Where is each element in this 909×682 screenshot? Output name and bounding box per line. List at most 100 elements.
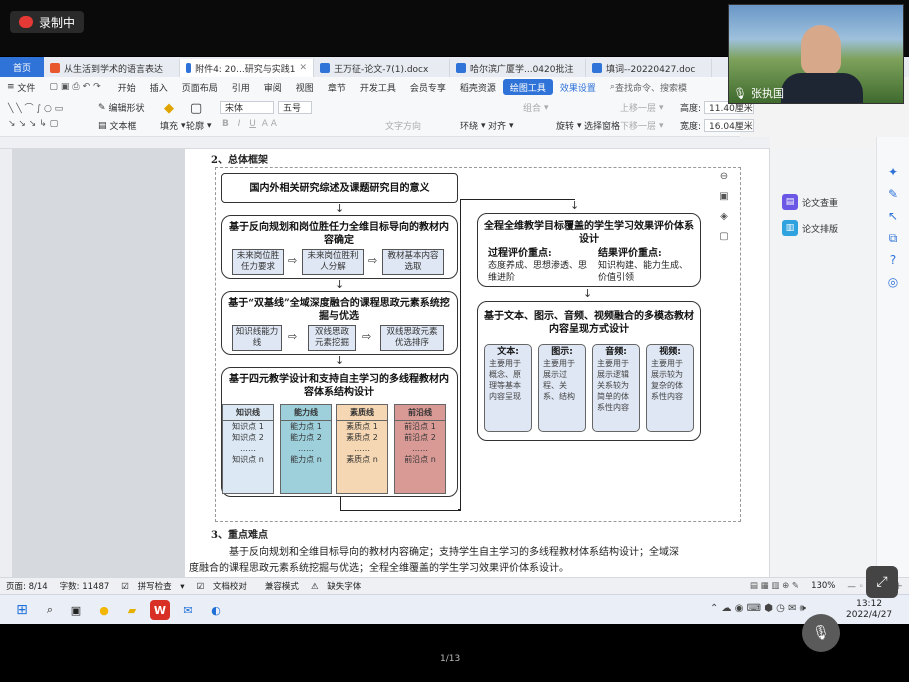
text-box-button[interactable]: ▤ 文本框 (98, 119, 137, 133)
column-knowledge: 知识线 知识点 1 知识点 2 …… 知识点 n (222, 404, 274, 494)
text-box-icon: ▤ (98, 120, 107, 131)
recording-indicator[interactable]: 录制中 (10, 11, 85, 33)
meeting-icon[interactable]: ◐ (206, 600, 226, 620)
browser-icon[interactable]: ● (94, 600, 114, 620)
tab-home[interactable]: 首页 (0, 57, 44, 77)
wps-app-icon[interactable]: W (150, 600, 170, 620)
clock[interactable]: 13:12 2022/4/27 (846, 599, 892, 621)
right-arrow: ⇨ (362, 330, 372, 343)
menu-effects[interactable]: 效果设置 (553, 77, 603, 97)
group-button[interactable]: 组合 ▾ (523, 101, 549, 115)
connector-vertical (460, 199, 461, 511)
paper-check-icon: ▤ (782, 194, 798, 210)
doc-proof[interactable]: ☑ 文档校对 (191, 580, 259, 592)
word-file-icon (186, 63, 192, 73)
right-tool-icons[interactable]: ✦ ✎ ↖ ⧉? ◎ (877, 161, 909, 293)
close-tab-icon[interactable]: ✕ (299, 63, 307, 73)
select-pane-button[interactable]: 选择窗格 (584, 119, 620, 132)
up-layer-button[interactable]: 上移一层 ▾ (620, 101, 664, 115)
ppt-file-icon (50, 63, 60, 73)
box-multithread-structure[interactable]: 基于四元教学设计和支持自主学习的多线程教材内容体系结构设计 知识线 知识点 1 … (221, 367, 458, 497)
side-panel (770, 149, 876, 577)
line-shapes-gallery[interactable]: ╲ ╲ ⌒ ∫ ○ ▭ (8, 101, 63, 114)
zoom-level[interactable]: 130% (805, 581, 841, 591)
quick-tools[interactable]: ▢▣⎙↶↷ (42, 77, 110, 97)
connector-horizontal (340, 510, 460, 511)
box-multimodal-presentation[interactable]: 基于文本、图示、音频、视频融合的多模态教材内容呈现方式设计 文本: 主要用于概念… (477, 301, 701, 441)
box-content-determination[interactable]: 基于反向规划和岗位胜任力全维目标导向的教材内容确定 未来岗位胜任力要求 ⇨ 未来… (221, 215, 458, 279)
paper-layout-button[interactable]: ▥ 论文排版 (782, 218, 844, 238)
menu-drawing-tools[interactable]: 绘图工具 (502, 79, 553, 95)
mode-audio: 音频: 主要用于展示逻辑关系较为简单的体系性内容 (592, 344, 640, 432)
folder-icon[interactable]: ▰ (122, 600, 142, 620)
menu-devtools[interactable]: 开发工具 (353, 77, 403, 97)
font-select[interactable]: 宋体 (220, 101, 274, 114)
menu-start[interactable]: 开始 (111, 77, 143, 97)
menu-file[interactable]: ≡ 文件 (0, 77, 42, 97)
paragraph-line-1: 基于反向规划和全维目标导向的教材内容确定；支持学生自主学习的多线程教材体系结构设… (229, 547, 679, 558)
down-layer-button[interactable]: 下移一层 ▾ (620, 119, 664, 133)
box-evaluation-system[interactable]: 全程全维教学目标覆盖的学生学习效果评价体系设计 过程评价重点: 态度养成、思想渗… (477, 213, 701, 287)
menu-layout[interactable]: 页面布局 (175, 77, 225, 97)
font-style-buttons[interactable]: B I U A A (222, 119, 277, 129)
step-element-mining: 双线思政元素挖掘 (308, 325, 356, 351)
menu-view[interactable]: 视图 (289, 77, 321, 97)
outline-button[interactable]: 轮廓 ▾ (186, 119, 212, 133)
box-ideological-elements[interactable]: 基于“双基线”全域深度融合的课程思政元素系统挖掘与优选 知识线能力线 ⇨ 双线思… (221, 291, 458, 355)
webcam-video[interactable]: 🎙 张执国 (728, 4, 904, 104)
tray-icons[interactable]: ⌃ ☁ ◉ ⌨ ⬢ ◷ ✉ 🕪 (710, 603, 806, 614)
tab-doc-3[interactable]: 王万征-论文-7(1).docx (314, 59, 450, 77)
right-toolbar: ✦ ✎ ↖ ⧉? ◎ (876, 137, 909, 577)
page-count[interactable]: 页面: 8/14 (0, 580, 54, 592)
tab-doc-5[interactable]: 填词--20220427.doc (586, 59, 712, 77)
fill-bucket-icon: ◆ (164, 101, 174, 116)
menu-member[interactable]: 会员专享 (403, 77, 453, 97)
width-field[interactable]: 宽度: 16.04厘米 (680, 119, 755, 132)
text-direction-button[interactable]: 文字方向 (385, 119, 421, 132)
mode-text: 文本: 主要用于概念、原理等基本内容呈现 (484, 344, 532, 432)
edit-shape-button[interactable]: ✎ 编辑形状 (98, 101, 145, 115)
expand-button[interactable]: ⤢ (866, 566, 898, 598)
mic-off-icon: 🎙 (812, 625, 830, 641)
missing-font[interactable]: ⚠ 缺失字体 (305, 580, 373, 592)
arrow-shapes-gallery[interactable]: ↘ ↘ ↘ ↳ ▢ (8, 119, 58, 129)
right-arrow: ⇨ (288, 330, 298, 343)
menu-review[interactable]: 审阅 (257, 77, 289, 97)
search-command[interactable]: ⌕ 查找命令、搜索模 (603, 77, 694, 97)
mail-icon[interactable]: ✉ (178, 600, 198, 620)
paragraph-line-2: 度融合的课程思政元素系统挖掘与优选；全程全维覆盖的学生学习效果评价体系设计。 (189, 563, 569, 574)
mode-video: 视频: 主要用于展示较为复杂的体系性内容 (646, 344, 694, 432)
document-page[interactable]: 2、总体框架 国内外相关研究综述及课题研究目的意义 ↓ 基于反向规划和岗位胜任力… (185, 149, 769, 577)
horizontal-ruler[interactable] (0, 137, 770, 149)
paper-check-button[interactable]: ▤ 论文查重 (782, 192, 844, 212)
tab-doc-2[interactable]: 附件4: 20...研究与实践1 ✕ (180, 59, 314, 77)
box-research-review[interactable]: 国内外相关研究综述及课题研究目的意义 (221, 173, 458, 203)
menu-insert[interactable]: 插入 (143, 77, 175, 97)
down-arrow: ↓ (335, 202, 345, 215)
recording-label: 录制中 (39, 15, 76, 30)
rotate-button[interactable]: 旋转 ▾ (556, 119, 582, 133)
menu-chapter[interactable]: 章节 (321, 77, 353, 97)
fill-button[interactable]: 填充 ▾ (160, 119, 186, 133)
size-select[interactable]: 五号 (278, 101, 312, 114)
mute-mic-button[interactable]: 🎙 (802, 614, 840, 652)
align-button[interactable]: 对齐 ▾ (488, 119, 514, 133)
spell-check[interactable]: ☑ 拼写检查 ▾ (115, 580, 190, 592)
view-mode-icons[interactable]: ▤ ▦ ▥ ⊕ ✎ (744, 581, 805, 591)
microphone-icon: 🎙 (733, 86, 747, 100)
page-indicator: 1/13 (440, 654, 461, 664)
menu-reference[interactable]: 引用 (225, 77, 257, 97)
step-knowledge-ability: 知识线能力线 (232, 325, 282, 351)
tab-doc-4[interactable]: 哈尔滨广厦学...0420批注 (450, 59, 586, 77)
column-frontier: 前沿线 前沿点 1 前沿点 2 …… 前沿点 n (394, 404, 446, 494)
wrap-button[interactable]: 环绕 ▾ (460, 119, 486, 133)
search-icon[interactable]: ⌕ (40, 600, 60, 620)
windows-start-icon[interactable]: ⊞ (12, 600, 32, 620)
vertical-ruler[interactable] (0, 149, 12, 577)
shape-quick-tools[interactable]: ⊖ ▣ ◈ ▢ (715, 167, 733, 247)
tab-doc-1[interactable]: 从生活到学术的语言表达 (44, 59, 180, 77)
menu-resources[interactable]: 稻壳资源 (453, 77, 503, 97)
column-ability: 能力线 能力点 1 能力点 2 …… 能力点 n (280, 404, 332, 494)
word-count[interactable]: 字数: 11487 (54, 580, 116, 592)
task-view-icon[interactable]: ▣ (66, 600, 86, 620)
